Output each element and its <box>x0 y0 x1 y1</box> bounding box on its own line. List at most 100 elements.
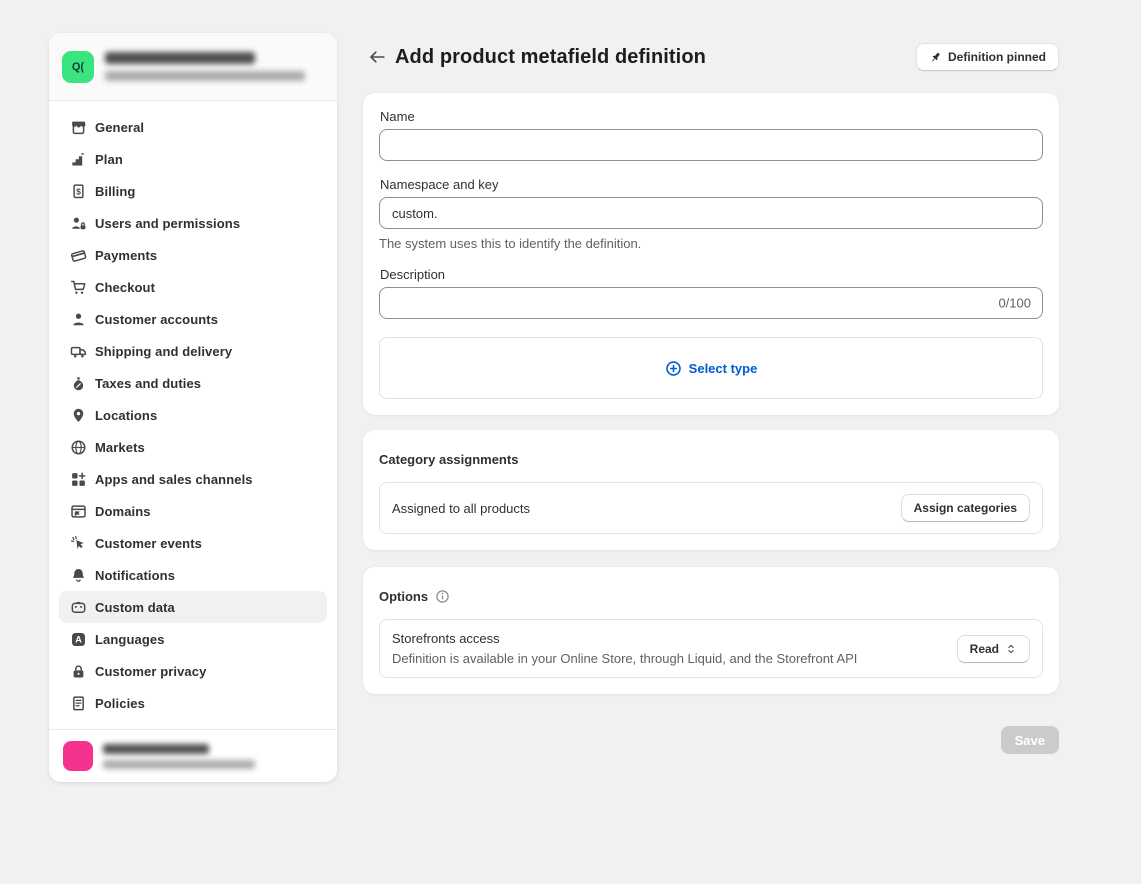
page-header: Add product metafield definition Definit… <box>363 43 1059 71</box>
sidebar-item-label: Notifications <box>95 568 175 583</box>
namespace-label: Namespace and key <box>380 177 1042 192</box>
back-button[interactable] <box>363 44 389 70</box>
namespace-field-group: Namespace and key The system uses this t… <box>379 177 1043 251</box>
locations-pin-icon <box>70 407 87 424</box>
sidebar-item-label: Users and permissions <box>95 216 240 231</box>
sidebar-item-custom-data[interactable]: Custom data <box>59 591 327 623</box>
sidebar-item-label: Customer accounts <box>95 312 218 327</box>
sidebar-item-domains[interactable]: Domains <box>59 495 327 527</box>
storefronts-access-description: Definition is available in your Online S… <box>392 651 957 666</box>
plan-icon <box>70 151 87 168</box>
store-icon <box>70 119 87 136</box>
user-email-redacted <box>103 760 255 769</box>
access-select-value: Read <box>970 642 999 656</box>
sidebar-item-payments[interactable]: Payments <box>59 239 327 271</box>
sidebar-item-policies[interactable]: Policies <box>59 687 327 719</box>
sidebar-item-label: Domains <box>95 504 151 519</box>
description-label: Description <box>380 267 1042 282</box>
assign-categories-button[interactable]: Assign categories <box>901 494 1030 522</box>
sidebar-item-label: Plan <box>95 152 123 167</box>
sidebar-item-checkout[interactable]: Checkout <box>59 271 327 303</box>
storefronts-access-select[interactable]: Read <box>957 635 1030 663</box>
select-chevrons-icon <box>1005 643 1017 655</box>
assignment-status-text: Assigned to all products <box>392 501 901 516</box>
sidebar-item-customer-privacy[interactable]: Customer privacy <box>59 655 327 687</box>
namespace-input[interactable] <box>379 197 1043 229</box>
custom-data-icon <box>70 599 87 616</box>
pin-icon <box>929 51 942 64</box>
sidebar-item-locations[interactable]: Locations <box>59 399 327 431</box>
sidebar-item-label: Checkout <box>95 280 155 295</box>
sidebar-item-general[interactable]: General <box>59 111 327 143</box>
sidebar-item-users-permissions[interactable]: Users and permissions <box>59 207 327 239</box>
storefronts-access-info: Storefronts access Definition is availab… <box>392 631 957 666</box>
description-input[interactable] <box>379 287 1043 319</box>
sidebar-item-customer-events[interactable]: Customer events <box>59 527 327 559</box>
sidebar-item-label: Shipping and delivery <box>95 344 232 359</box>
customer-privacy-lock-icon <box>70 663 87 680</box>
sidebar-item-taxes-duties[interactable]: Taxes and duties <box>59 367 327 399</box>
checkout-cart-icon <box>70 279 87 296</box>
storefronts-access-title: Storefronts access <box>392 631 957 646</box>
pinned-button-label: Definition pinned <box>948 50 1046 64</box>
sidebar-item-languages[interactable]: A Languages <box>59 623 327 655</box>
sidebar-item-shipping-delivery[interactable]: Shipping and delivery <box>59 335 327 367</box>
users-permissions-icon <box>70 215 87 232</box>
billing-icon: $ <box>70 183 87 200</box>
languages-icon: A <box>70 631 87 648</box>
plus-circle-icon <box>665 360 682 377</box>
options-header: Options <box>379 589 1043 604</box>
sidebar-item-label: Taxes and duties <box>95 376 201 391</box>
namespace-help-text: The system uses this to identify the def… <box>379 236 1043 251</box>
svg-text:A: A <box>75 634 82 644</box>
store-name-redacted <box>105 52 255 64</box>
sidebar-item-label: Custom data <box>95 600 175 615</box>
apps-icon <box>70 471 87 488</box>
sidebar-item-label: Markets <box>95 440 145 455</box>
user-identity <box>103 744 255 769</box>
sidebar-item-billing[interactable]: $ Billing <box>59 175 327 207</box>
save-button[interactable]: Save <box>1001 726 1059 754</box>
user-avatar <box>63 741 93 771</box>
sidebar-item-apps-sales-channels[interactable]: Apps and sales channels <box>59 463 327 495</box>
payments-icon <box>70 247 87 264</box>
storefronts-access-row: Storefronts access Definition is availab… <box>379 619 1043 678</box>
sidebar-item-label: Payments <box>95 248 157 263</box>
domains-icon <box>70 503 87 520</box>
user-footer[interactable] <box>49 729 337 782</box>
options-card: Options Storefronts access Definition is… <box>363 567 1059 694</box>
taxes-icon <box>70 375 87 392</box>
category-assignments-title: Category assignments <box>379 452 1043 467</box>
page-title: Add product metafield definition <box>395 46 916 69</box>
definition-card: Name Namespace and key The system uses t… <box>363 93 1059 415</box>
sidebar-item-label: General <box>95 120 144 135</box>
store-avatar: Q( <box>62 51 94 83</box>
sidebar-item-label: Languages <box>95 632 165 647</box>
definition-pinned-button[interactable]: Definition pinned <box>916 43 1059 71</box>
user-name-redacted <box>103 744 209 754</box>
sidebar-item-markets[interactable]: Markets <box>59 431 327 463</box>
shipping-truck-icon <box>70 343 87 360</box>
sidebar-item-label: Billing <box>95 184 135 199</box>
sidebar-item-plan[interactable]: Plan <box>59 143 327 175</box>
settings-nav: General Plan $ Billing Users and permiss… <box>49 101 337 729</box>
store-identity <box>105 52 305 81</box>
sidebar-item-label: Customer privacy <box>95 664 206 679</box>
arrow-left-icon <box>367 48 385 66</box>
policies-icon <box>70 695 87 712</box>
name-field-group: Name <box>379 109 1043 161</box>
sidebar-item-customer-accounts[interactable]: Customer accounts <box>59 303 327 335</box>
settings-sidebar: Q( General Plan $ Billing Users and perm… <box>49 33 337 782</box>
description-field-group: Description 0/100 <box>379 267 1043 319</box>
sidebar-item-label: Locations <box>95 408 157 423</box>
info-icon[interactable] <box>435 589 450 604</box>
select-type-label: Select type <box>689 361 758 376</box>
name-input[interactable] <box>379 129 1043 161</box>
customer-accounts-icon <box>70 311 87 328</box>
select-type-button[interactable]: Select type <box>379 337 1043 399</box>
store-header: Q( <box>49 33 337 101</box>
sidebar-item-notifications[interactable]: Notifications <box>59 559 327 591</box>
customer-events-icon <box>70 535 87 552</box>
store-domain-redacted <box>105 71 305 81</box>
name-label: Name <box>380 109 1042 124</box>
